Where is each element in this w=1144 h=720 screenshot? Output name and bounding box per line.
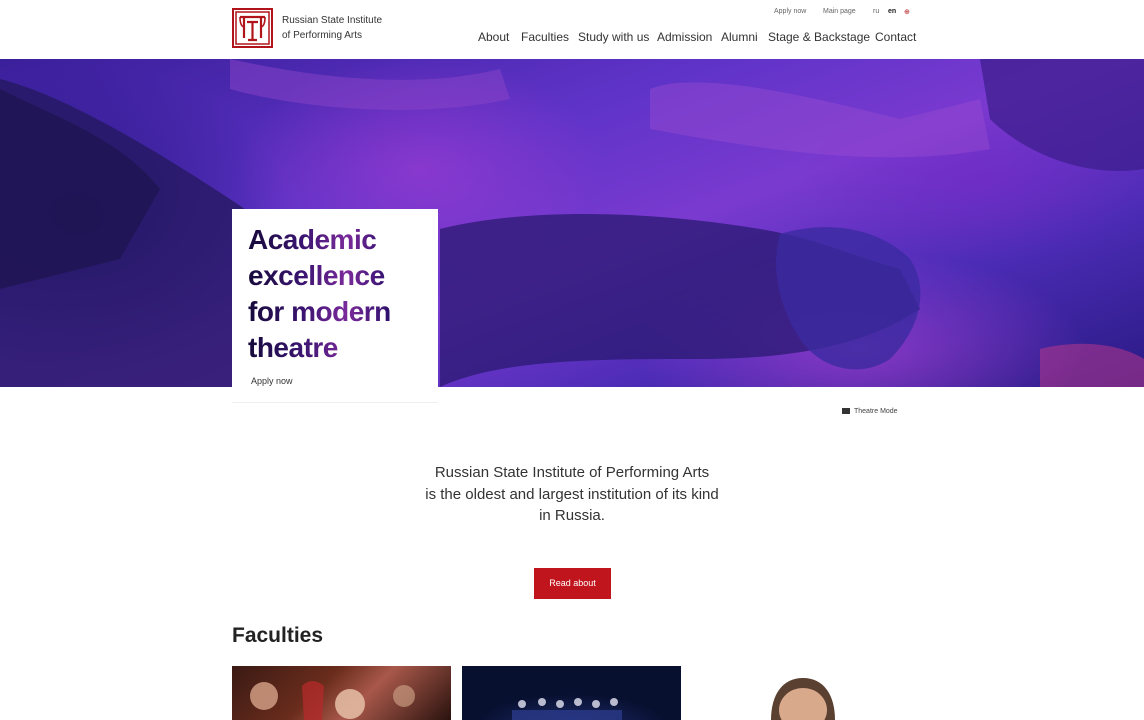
util-main-page-link[interactable]: Main page [823,8,856,15]
util-apply-now-link[interactable]: Apply now [774,8,806,15]
brand-line-2: of Performing Arts [282,30,363,41]
intro-line-1: Russian State Institute of Performing Ar… [434,464,710,481]
intro-line-3: in Russia. [539,507,605,524]
lang-ru-link[interactable]: ru [873,8,879,15]
hero-headline-line-3: for modern [248,294,428,330]
faculty-card-1[interactable] [232,666,451,720]
hero-headline: Academic excellence for modern theatre [248,222,428,366]
hero-headline-line-2: excellence [248,258,428,294]
brand-name[interactable]: Russian State Institute of Performing Ar… [282,13,382,43]
hero-headline-line-1: Academic [248,222,428,258]
nav-admission[interactable]: Admission [657,30,712,46]
hero-photo-shapes [0,59,1144,387]
hero-headline-line-4: theatre [248,330,428,366]
nav-about[interactable]: About [478,30,509,46]
faculty-card-3[interactable] [693,666,912,720]
nav-contact[interactable]: Contact [875,30,916,46]
intro-text: Russian State Institute of Performing Ar… [372,462,772,527]
nav-stage-backstage[interactable]: Stage & Backstage [768,30,870,46]
theatre-mode-toggle[interactable]: Theatre Mode [842,408,898,415]
lang-en-link[interactable]: en [888,8,896,15]
faculty-card-3-photo [771,678,835,720]
hero-image [0,59,1144,387]
faculty-card-2-photo [512,698,622,720]
language-flag-icon[interactable]: ⊕ [904,8,910,16]
site-header: Russian State Institute of Performing Ar… [0,0,1144,59]
intro-line-2: is the oldest and largest institution of… [425,485,719,503]
faculty-card-2[interactable] [462,666,681,720]
hero-apply-now-link[interactable]: Apply now [251,376,293,386]
institute-logo-icon[interactable] [232,8,273,48]
theatre-mode-label: Theatre Mode [854,408,898,415]
nav-alumni[interactable]: Alumni [721,30,758,46]
brand-line-1: Russian State Institute [282,15,383,26]
faculty-card-1-photo [250,681,415,720]
nav-faculties[interactable]: Faculties [521,30,569,46]
read-about-button[interactable]: Read about [534,568,611,599]
nav-study-with-us[interactable]: Study with us [578,30,649,46]
theatre-mode-icon [842,408,850,415]
faculties-heading: Faculties [232,624,324,647]
